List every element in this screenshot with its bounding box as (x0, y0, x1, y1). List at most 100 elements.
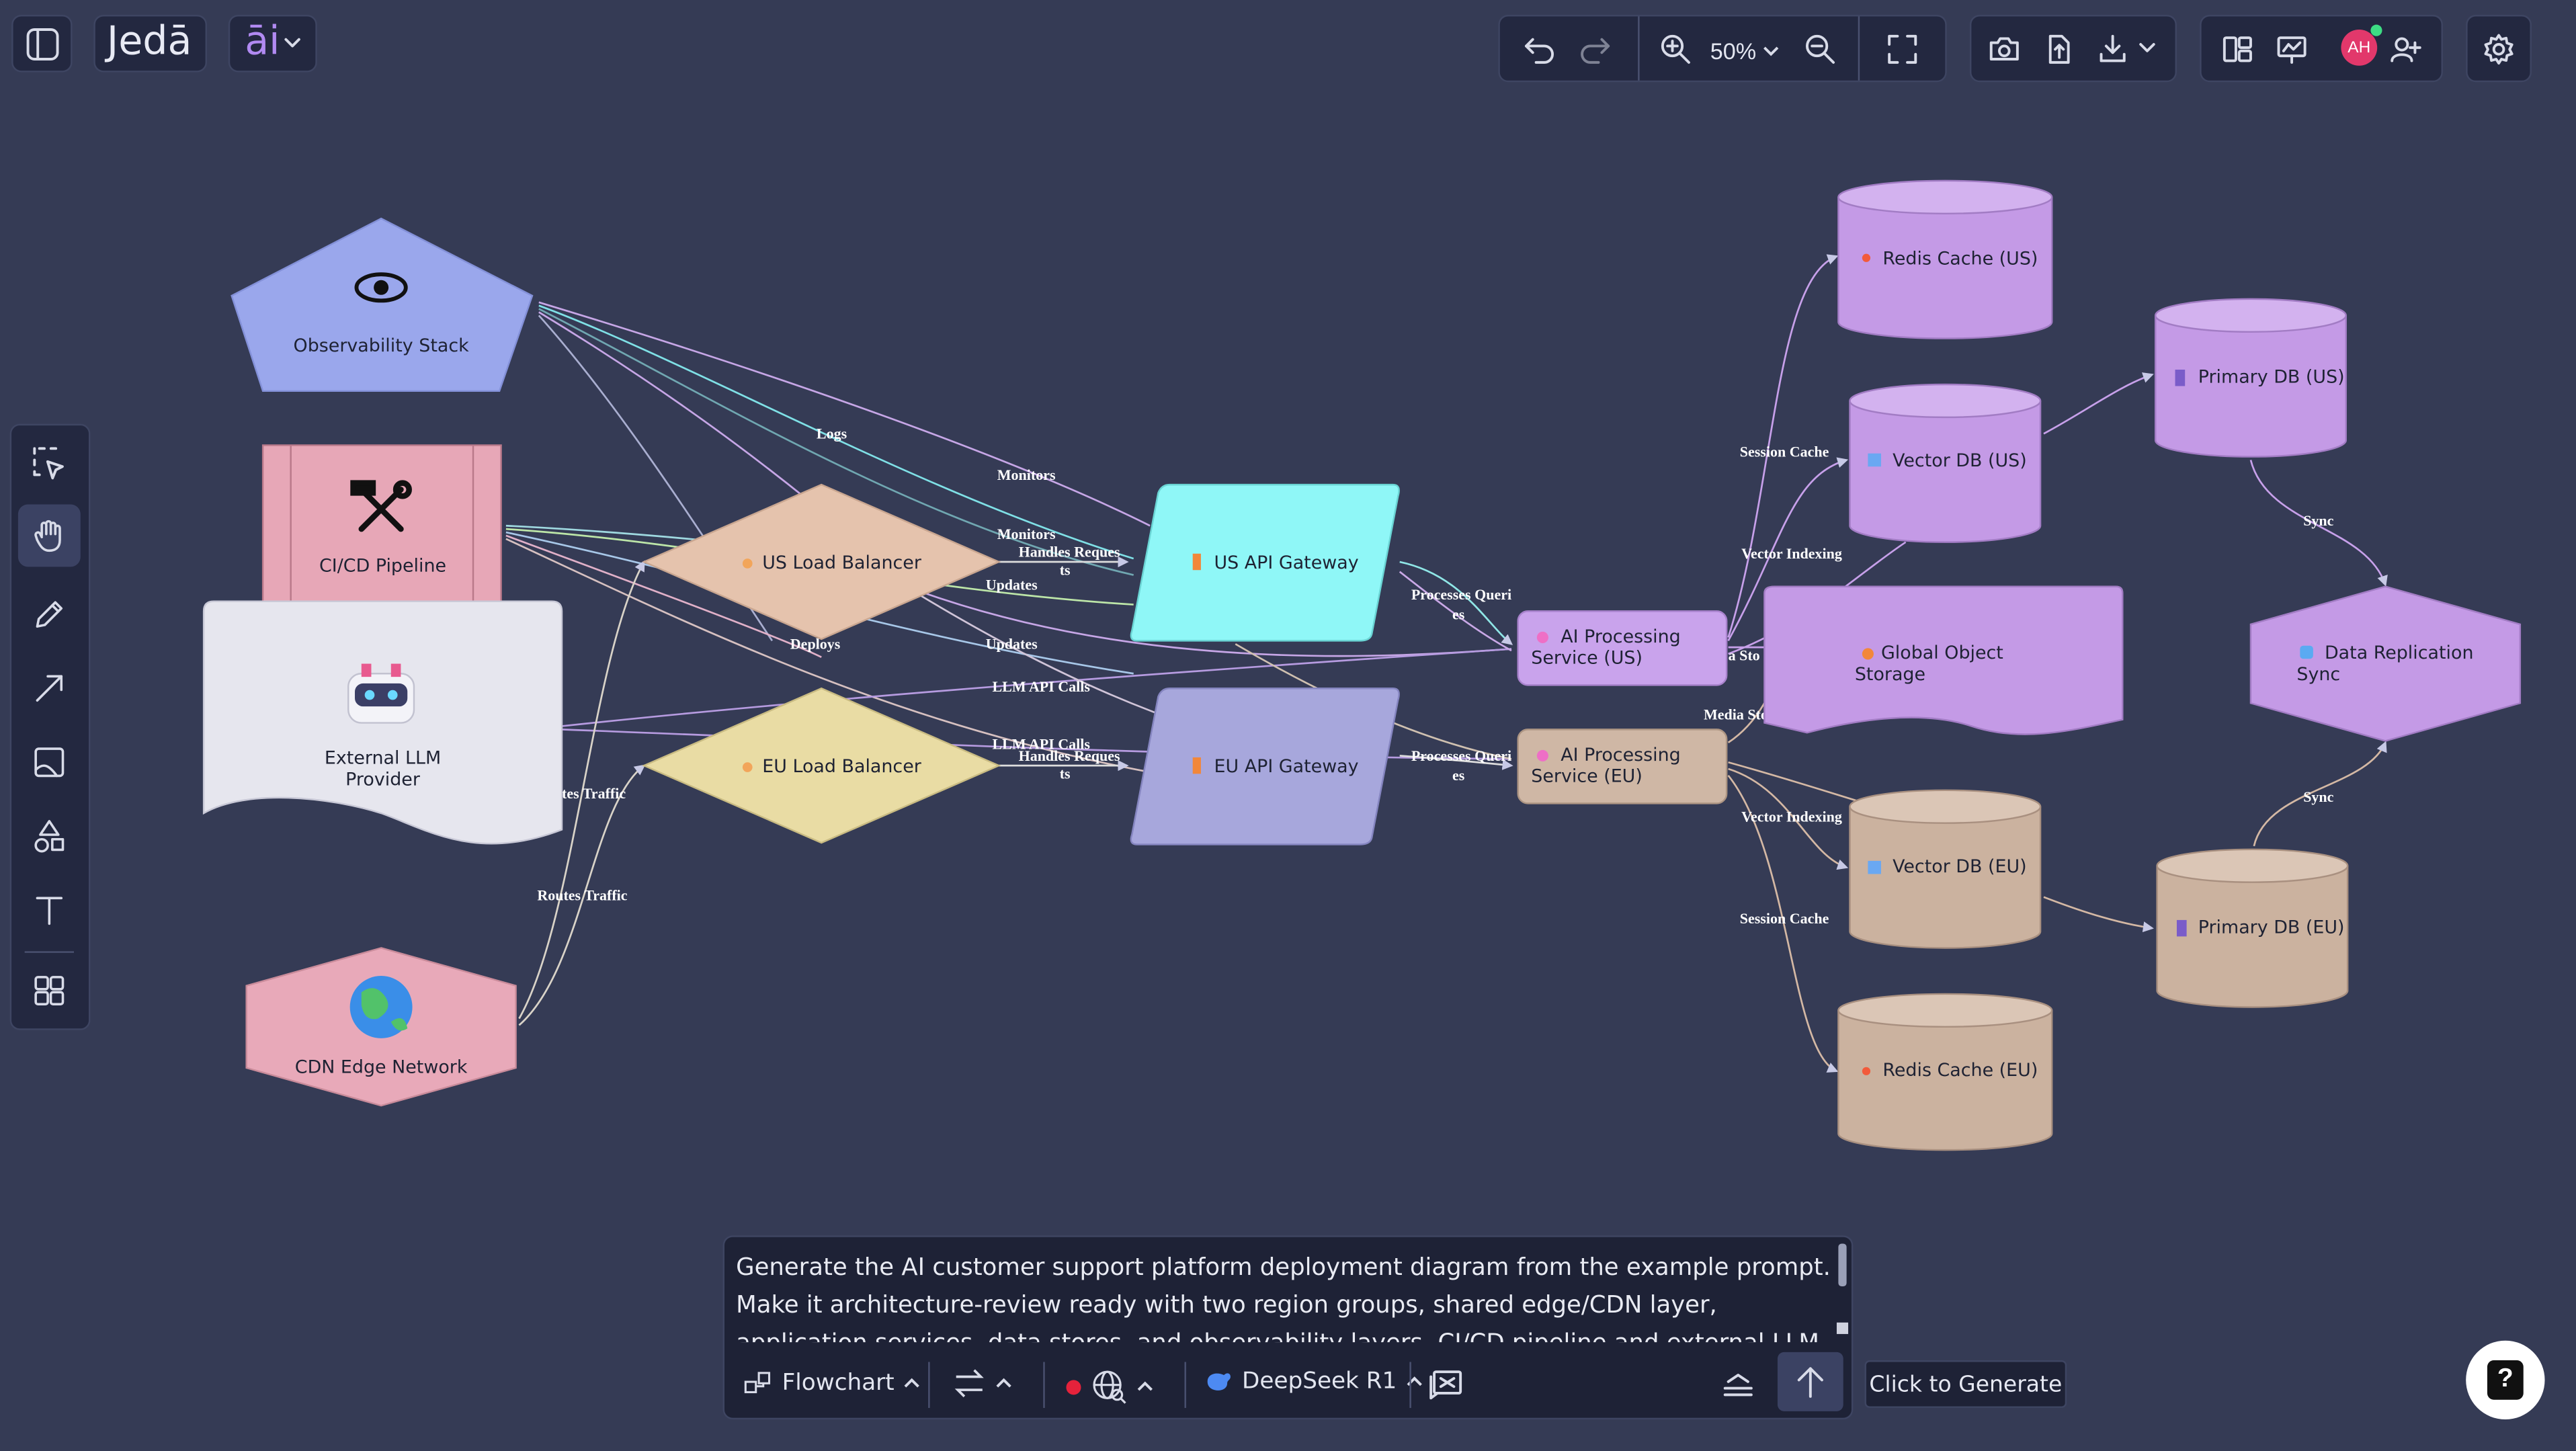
divider (1409, 1362, 1411, 1408)
vector-us-label[interactable]: Vector DB (US) (1893, 450, 2040, 472)
external-llm-label[interactable]: External LLM Provider (312, 747, 453, 790)
gateway-icon (1192, 757, 1201, 774)
export-toolbar (1969, 15, 2177, 83)
ai-eu-label[interactable]: AI Processing Service (EU) (1531, 744, 1695, 787)
prompt-panel: Generate the AI customer support platfor… (722, 1235, 1854, 1420)
zoom-in-icon[interactable] (1656, 30, 1696, 69)
redo-icon[interactable] (1575, 30, 1615, 69)
prompt-input[interactable]: Generate the AI customer support platfor… (736, 1250, 1833, 1343)
camera-icon[interactable] (1985, 30, 2024, 69)
layout-icon[interactable] (2218, 30, 2257, 69)
prompt-toolbar: Flowchart DeepSeek R1 (724, 1352, 1852, 1418)
observability-node (231, 217, 534, 392)
download-icon[interactable] (2093, 30, 2132, 69)
eu-lb-label[interactable]: EU Load Balancer (762, 755, 959, 777)
ai-menu-button[interactable]: āi (228, 15, 317, 73)
chevron-down-icon (282, 33, 302, 52)
cicd-node (261, 444, 502, 606)
divider (24, 951, 75, 953)
deepseek-icon (1207, 1373, 1231, 1391)
select-tool-icon[interactable] (25, 439, 74, 488)
globe-search-icon (1093, 1370, 1126, 1404)
cache-icon (1862, 253, 1871, 262)
divider (1043, 1362, 1045, 1408)
cache-icon (1862, 1067, 1871, 1075)
generate-button[interactable] (1777, 1352, 1843, 1411)
model-selector[interactable]: DeepSeek R1 (1206, 1368, 1423, 1395)
help-button[interactable]: ? (2466, 1340, 2545, 1420)
diagram-shapes (202, 179, 2522, 1151)
zoom-level: 50% (1710, 38, 1757, 65)
drawing-tools-panel (9, 423, 91, 1030)
fit-screen-icon[interactable] (1882, 30, 1922, 69)
shapes-icon[interactable] (25, 812, 74, 861)
model-label: DeepSeek R1 (1242, 1368, 1397, 1395)
chevron-up-icon (1137, 1381, 1153, 1391)
lb-icon (742, 558, 753, 569)
divider (928, 1362, 930, 1408)
flowchart-icon (744, 1372, 771, 1394)
brand-logo[interactable]: Jedā (93, 15, 208, 73)
record-dot-icon (1066, 1379, 1081, 1395)
observability-label[interactable]: Observability Stack (280, 335, 483, 357)
generate-tooltip: Click to Generate (1864, 1360, 2067, 1408)
swap-icon (954, 1369, 984, 1398)
web-search-selector[interactable] (1066, 1368, 1153, 1405)
online-status-dot (2370, 24, 2382, 36)
ai-label: āi (245, 17, 280, 65)
image-tool-icon[interactable] (25, 738, 74, 787)
upload-icon[interactable] (2039, 30, 2079, 69)
chevron-up-icon (996, 1378, 1011, 1388)
redis-us-label[interactable]: Redis Cache (US) (1882, 248, 2046, 270)
zoom-out-icon[interactable] (1800, 30, 1840, 69)
primary-eu-label[interactable]: Primary DB (EU) (2198, 917, 2346, 938)
us-gw-label[interactable]: US API Gateway (1214, 552, 1378, 573)
global-storage-label[interactable]: Global Object Storage (1855, 642, 2019, 686)
chart-icon (1868, 860, 1881, 874)
tooltip-text: Click to Generate (1869, 1370, 2063, 1398)
arrow-up-icon (1791, 1362, 1831, 1401)
chart-icon (1868, 453, 1881, 467)
arrow-tool-icon[interactable] (25, 664, 74, 713)
database-icon (2175, 370, 2186, 386)
pencil-icon[interactable] (25, 590, 74, 639)
hand-tool-button[interactable] (17, 504, 81, 567)
brand-name: Jedā (106, 17, 192, 65)
chevron-down-icon[interactable] (2136, 36, 2159, 59)
collab-toolbar: AH (2200, 15, 2443, 83)
user-avatar[interactable]: AH (2341, 30, 2378, 66)
cicd-label[interactable]: CI/CD Pipeline (296, 555, 470, 577)
chevron-down-icon (1763, 46, 1779, 56)
divider (1638, 16, 1640, 81)
database-icon (2176, 919, 2187, 937)
scrollbar[interactable] (1838, 1243, 1847, 1287)
gear-icon (2479, 30, 2519, 69)
resize-handle-icon[interactable] (1836, 1322, 1849, 1334)
hand-icon (26, 513, 72, 558)
settings-button[interactable] (2466, 15, 2532, 83)
add-user-icon[interactable] (2385, 30, 2425, 69)
primary-us-label[interactable]: Primary DB (US) (2198, 366, 2346, 388)
lb-icon (742, 762, 753, 772)
replication-label[interactable]: Data Replication Sync (2296, 642, 2477, 686)
sidebar-icon (13, 16, 71, 71)
vector-eu-label[interactable]: Vector DB (EU) (1893, 856, 2040, 878)
redis-eu-label[interactable]: Redis Cache (EU) (1882, 1060, 2046, 1081)
eu-gw-label[interactable]: EU API Gateway (1214, 755, 1378, 777)
components-icon[interactable] (25, 966, 74, 1015)
us-lb-label[interactable]: US Load Balancer (762, 552, 959, 573)
diagram-type-selector[interactable]: Flowchart (743, 1368, 921, 1398)
sidebar-toggle-button[interactable] (11, 15, 73, 73)
collapse-icon[interactable] (1718, 1367, 1758, 1403)
ai-us-label[interactable]: AI Processing Service (US) (1531, 626, 1695, 669)
zoom-level-dropdown[interactable]: 50% (1710, 33, 1786, 69)
cdn-label[interactable]: CDN Edge Network (280, 1056, 483, 1078)
divider (1184, 1362, 1186, 1408)
text-tool-icon[interactable] (25, 886, 74, 935)
globe-icon (349, 976, 413, 1038)
help-icon: ? (2487, 1360, 2524, 1400)
presentation-icon[interactable] (2272, 30, 2312, 69)
undo-icon[interactable] (1520, 30, 1559, 69)
chat-icon[interactable] (1426, 1367, 1466, 1403)
direction-selector[interactable] (953, 1368, 1012, 1398)
